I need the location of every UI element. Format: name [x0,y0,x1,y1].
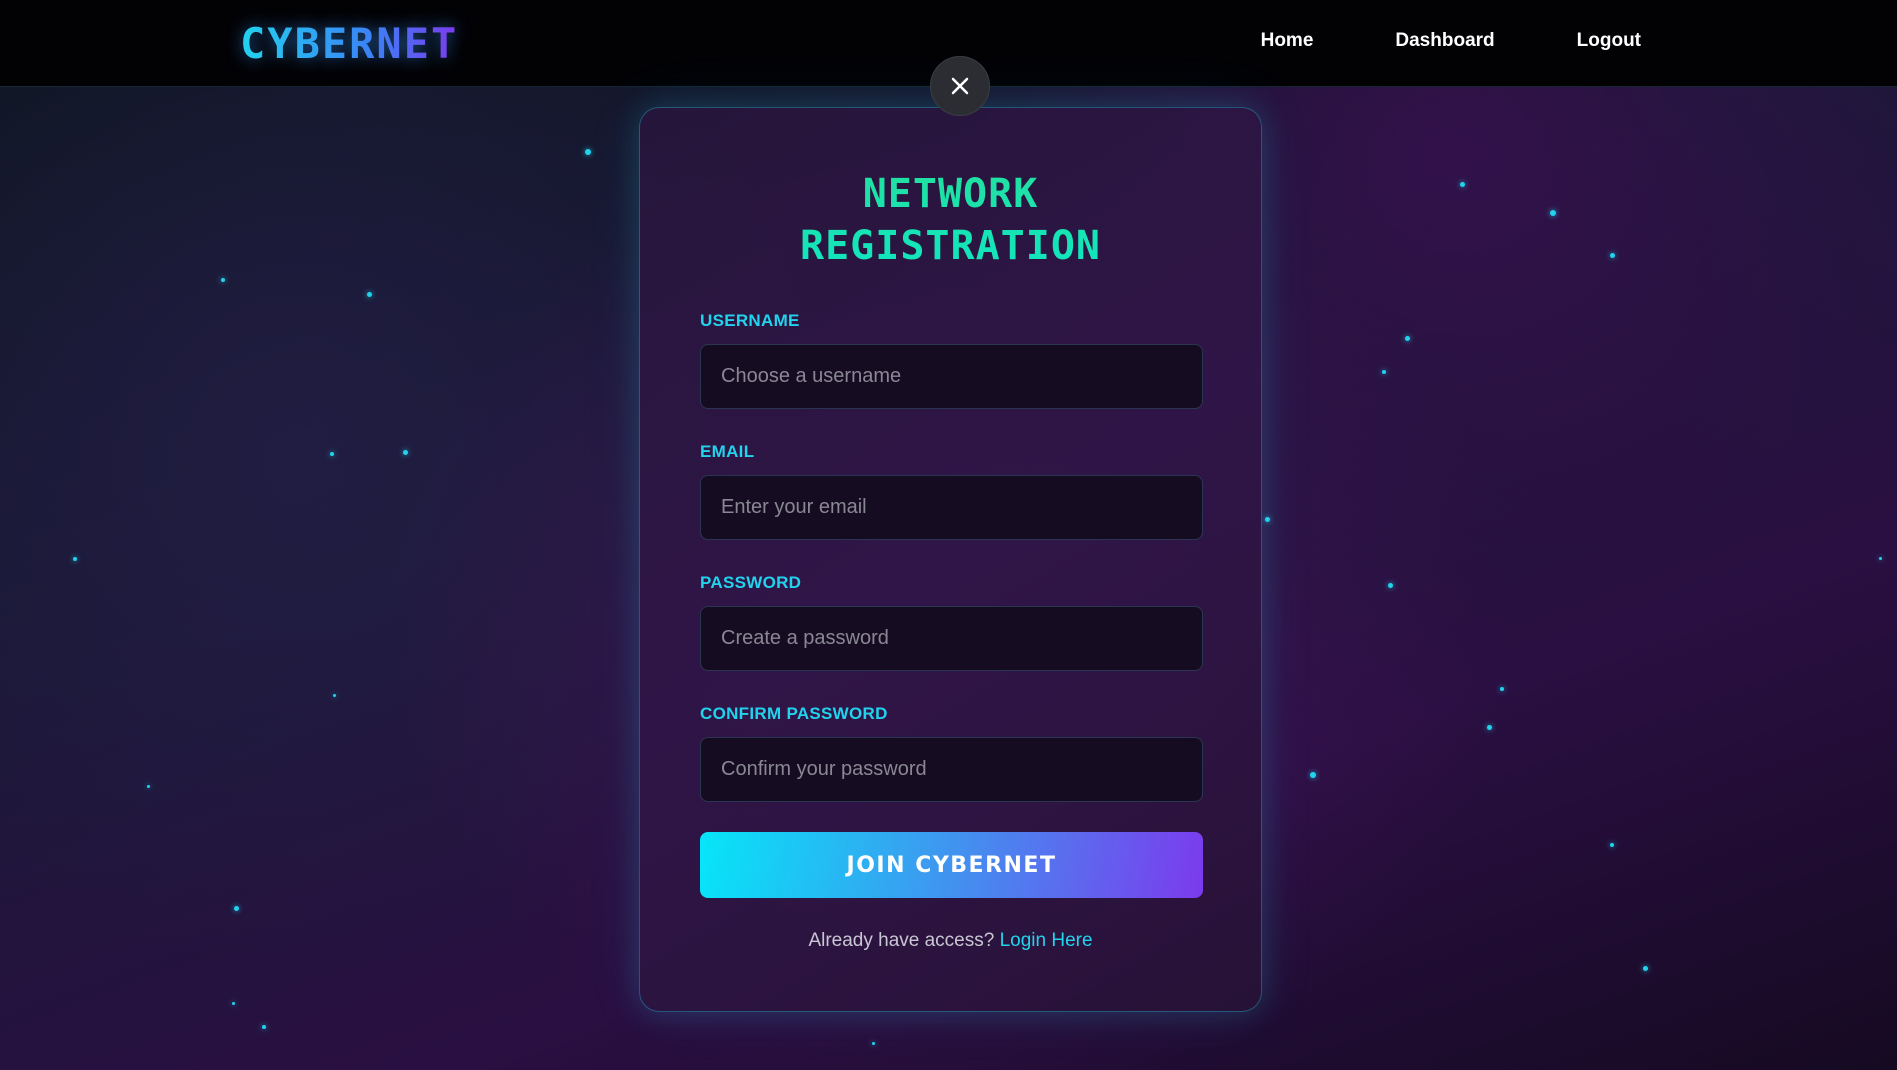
particle-dot [330,452,334,456]
join-cybernet-button[interactable]: JOIN CYBERNET [700,832,1203,898]
particle-dot [585,149,591,155]
particle-dot [367,292,372,297]
particle-dot [1487,725,1492,730]
particle-dot [1265,517,1270,522]
login-here-link[interactable]: Login Here [1000,930,1093,951]
particle-dot [1550,210,1556,216]
particle-dot [1643,966,1648,971]
login-prompt: Already have access? Login Here [640,930,1261,952]
confirm-password-label: CONFIRM PASSWORD [700,704,888,723]
login-prompt-text: Already have access? [808,930,995,951]
particle-dot [1382,370,1386,374]
nav-link-logout[interactable]: Logout [1577,30,1641,52]
particle-dot [403,450,408,455]
nav-links: Home Dashboard Logout [1261,30,1641,52]
particle-dot [1879,557,1882,560]
particle-dot [1610,253,1615,258]
particle-dot [1500,687,1504,691]
close-modal-button[interactable] [930,56,990,116]
password-input[interactable] [700,606,1203,671]
close-icon [951,77,969,95]
particle-dot [262,1025,266,1029]
title-line-2: REGISTRATION [800,223,1101,269]
password-label: PASSWORD [700,573,802,592]
particle-dot [1405,336,1410,341]
username-label: USERNAME [700,311,800,330]
particle-dot [147,785,150,788]
particle-dot [232,1002,235,1005]
particle-dot [1460,182,1465,187]
title-line-1: NETWORK [862,171,1039,217]
particle-dot [73,557,77,561]
particle-dot [872,1042,875,1045]
particle-dot [1388,583,1393,588]
email-input[interactable] [700,475,1203,540]
nav-link-home[interactable]: Home [1261,30,1314,52]
nav-link-dashboard[interactable]: Dashboard [1395,30,1494,52]
email-label: EMAIL [700,442,755,461]
username-input[interactable] [700,344,1203,409]
particle-dot [333,694,336,697]
modal-title: NETWORK REGISTRATION [640,168,1261,272]
confirm-password-input[interactable] [700,737,1203,802]
particle-dot [221,278,225,282]
particle-dot [1310,772,1316,778]
particle-dot [234,906,239,911]
particle-dot [1610,843,1614,847]
registration-modal: NETWORK REGISTRATION USERNAME EMAIL PASS… [639,107,1262,1012]
cybernet-logo[interactable]: CYBERNET [240,20,458,68]
